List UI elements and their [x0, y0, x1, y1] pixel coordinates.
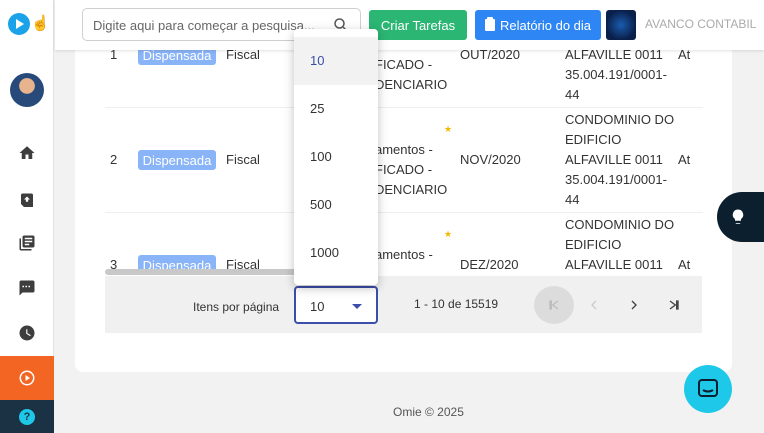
support-chat-button[interactable] — [684, 365, 732, 413]
hand-cursor-icon: ☝ — [31, 15, 50, 32]
company-line: 44 — [565, 87, 580, 102]
last-page-icon — [669, 300, 679, 310]
company-line: EDIFICIO — [565, 132, 622, 147]
task-desc-line: FICADO - — [375, 162, 433, 177]
table-row[interactable]: 2 Dispensada Fiscal ★ amentos - FICADO -… — [105, 108, 703, 213]
company-line: EDIFICIO — [565, 237, 622, 252]
items-per-page-dropdown: 10 25 100 500 1000 — [294, 29, 378, 285]
star-icon: ★ — [444, 229, 453, 239]
chat-bubble-icon — [698, 379, 718, 397]
star-icon: ★ — [444, 124, 453, 134]
omie-logo-icon[interactable] — [8, 13, 30, 35]
upload-file-icon[interactable] — [17, 188, 37, 208]
company-line: 35.004.191/0001- — [565, 172, 667, 187]
task-desc-line: amentos - — [375, 142, 433, 157]
task-desc-line: DENCIARIO — [375, 77, 448, 92]
top-bar: Digite aqui para começar a pesquisa... C… — [55, 0, 764, 50]
task-extra: At — [678, 257, 691, 272]
daily-report-label: Relatório do dia — [499, 17, 592, 33]
avatar[interactable] — [10, 73, 44, 107]
help-icon: ? — [19, 408, 35, 425]
book-icon[interactable] — [17, 233, 37, 253]
chevron-left-icon — [591, 300, 597, 310]
clock-icon[interactable] — [17, 323, 37, 343]
chat-icon[interactable] — [17, 278, 37, 298]
clipboard-icon — [484, 17, 495, 31]
first-page-button[interactable] — [534, 286, 574, 324]
status-badge: Dispensada — [138, 150, 216, 170]
lightbulb-icon — [732, 209, 744, 224]
dropdown-option-100[interactable]: 100 — [294, 133, 378, 181]
page-range: 1 - 10 de 15519 — [414, 297, 499, 311]
table-row[interactable]: 3 Dispensada Fiscal ★ amentos - DEZ/2020… — [105, 213, 703, 276]
chevron-right-icon — [631, 300, 637, 310]
company-line: 44 — [565, 192, 580, 207]
chevron-down-icon — [352, 304, 362, 309]
task-period: NOV/2020 — [460, 152, 521, 167]
company-line: CONDOMINIO DO — [565, 112, 675, 127]
ideas-button[interactable] — [717, 192, 764, 242]
task-period: DEZ/2020 — [460, 257, 519, 272]
dropdown-option-25[interactable]: 25 — [294, 85, 378, 133]
search-placeholder: Digite aqui para começar a pesquisa... — [93, 18, 315, 33]
play-icon[interactable] — [0, 356, 54, 400]
dropdown-option-1000[interactable]: 1000 — [294, 229, 378, 277]
pagination-bar: Itens por página 10 1 - 10 de 15519 — [105, 276, 702, 333]
help-button[interactable]: ? — [0, 400, 54, 433]
company-line: 35.004.191/0001- — [565, 67, 667, 82]
row-number: 2 — [110, 152, 118, 167]
sidebar: ☝ ? — [0, 0, 54, 433]
home-icon[interactable] — [17, 143, 37, 163]
task-desc-line: DENCIARIO — [375, 182, 448, 197]
items-per-page-label: Itens por página — [193, 300, 280, 314]
first-page-icon — [549, 300, 559, 310]
task-extra: At — [678, 152, 691, 167]
items-per-page-value: 10 — [310, 299, 325, 314]
items-per-page-select[interactable]: 10 — [294, 286, 378, 324]
company-line: CONDOMINIO DO — [565, 217, 675, 232]
daily-report-button[interactable]: Relatório do dia — [475, 10, 601, 40]
company-name[interactable]: AVANCO CONTABIL — [645, 17, 756, 31]
last-page-button[interactable] — [654, 286, 694, 324]
create-tasks-button[interactable]: Criar Tarefas — [369, 10, 467, 40]
footer-text: Omie © 2025 — [393, 405, 464, 419]
dropdown-option-10[interactable]: 10 — [294, 37, 378, 85]
company-logo[interactable] — [606, 10, 636, 40]
company-line: ALFAVILLE 0011 — [565, 257, 663, 272]
company-line: ALFAVILLE 0011 — [565, 152, 663, 167]
task-desc-line: amentos - — [375, 247, 433, 262]
task-type: Fiscal — [226, 152, 260, 167]
next-page-button[interactable] — [614, 286, 654, 324]
dropdown-option-500[interactable]: 500 — [294, 181, 378, 229]
prev-page-button[interactable] — [574, 286, 614, 324]
horizontal-scrollbar[interactable] — [105, 269, 308, 275]
task-desc-line: FICADO - — [375, 57, 433, 72]
